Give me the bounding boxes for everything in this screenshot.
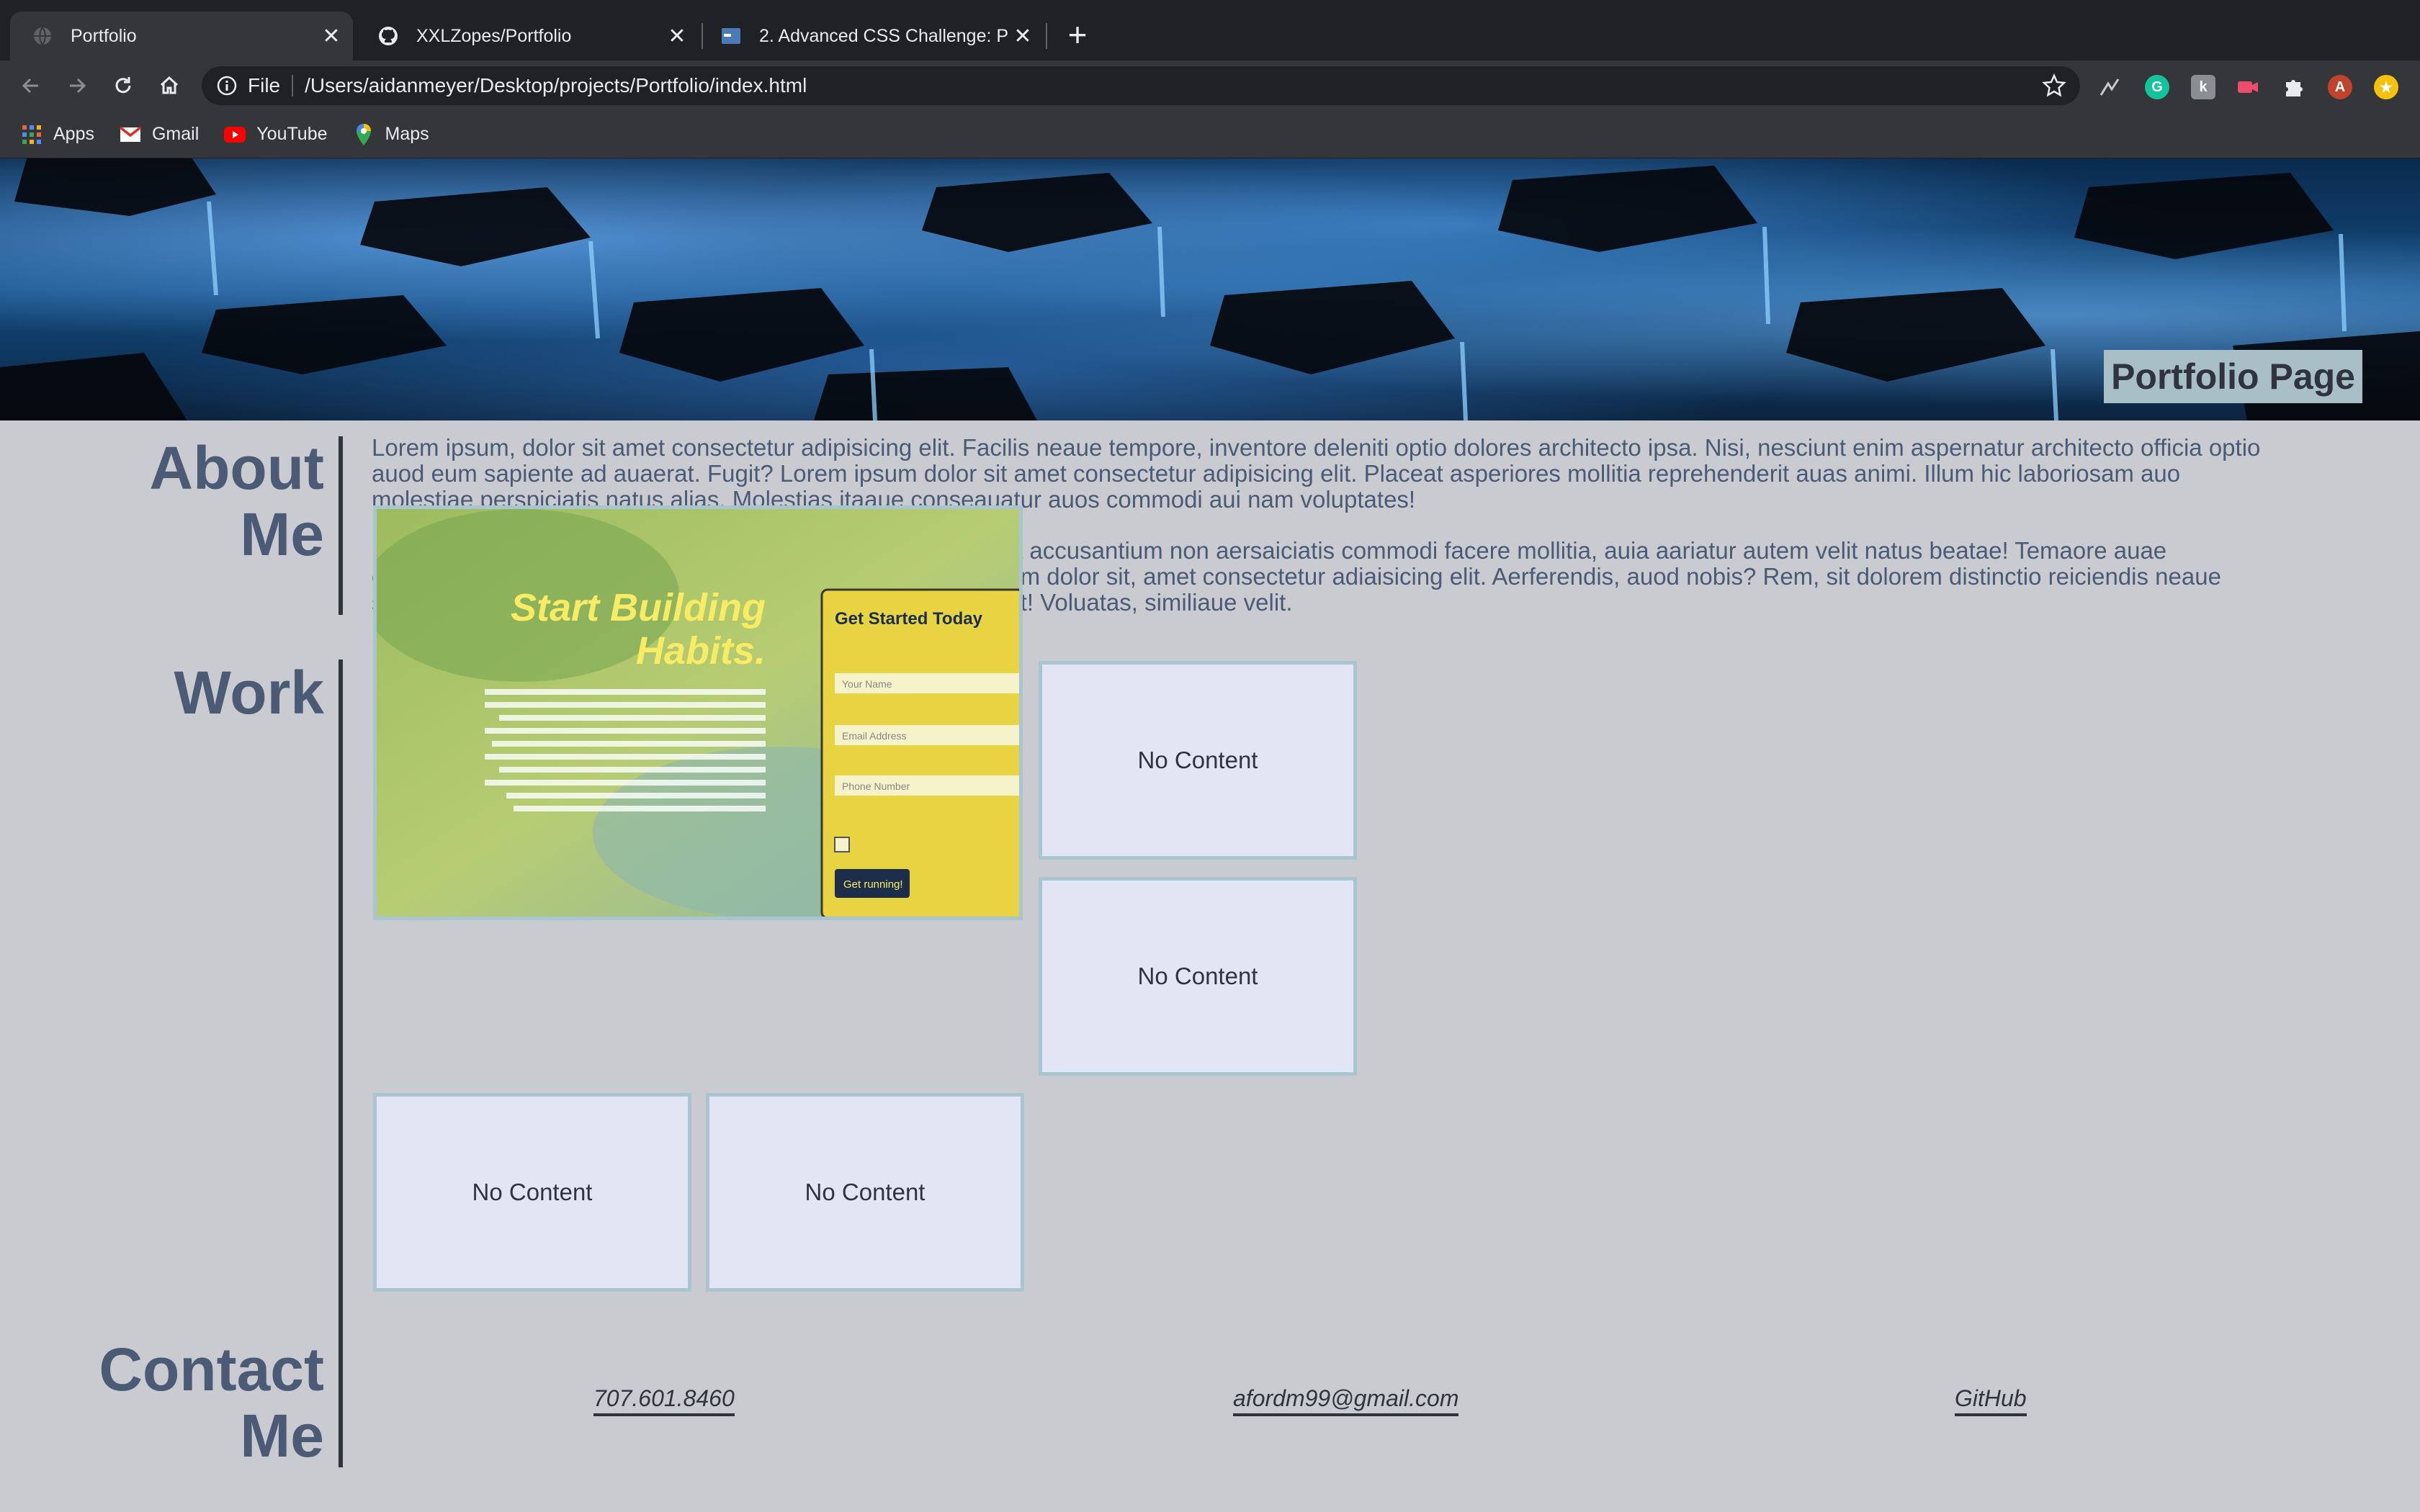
omnibox-divider	[292, 75, 294, 96]
extensions-puzzle-icon[interactable]	[2282, 75, 2306, 99]
contact-divider	[339, 1336, 343, 1467]
profile-initial: A	[2334, 78, 2346, 95]
work-card-placeholder[interactable]: No Content	[1039, 661, 1357, 860]
github-link[interactable]: GitHub	[1955, 1385, 2027, 1416]
page-title: Portfolio Page	[2104, 350, 2362, 403]
about-paragraph-1: Lorem ipsum, dolor sit amet consectetur …	[372, 434, 2261, 513]
about-heading-line1: About	[149, 434, 324, 502]
phone-link[interactable]: 707.601.8460	[593, 1385, 735, 1416]
bookmark-maps[interactable]: Maps	[352, 123, 429, 146]
close-tab-icon[interactable]: ✕	[1008, 24, 1037, 49]
work-card-placeholder[interactable]: No Content	[1039, 877, 1357, 1076]
project-cta: Get running!	[843, 878, 903, 891]
apps-grid-icon	[20, 123, 43, 146]
extension-puzzle-k-icon[interactable]: k	[2191, 75, 2215, 99]
info-icon[interactable]	[216, 75, 238, 96]
back-button[interactable]	[14, 69, 48, 102]
bookmark-label: Maps	[385, 124, 429, 144]
card-label: No Content	[1137, 747, 1258, 773]
home-button[interactable]	[153, 69, 186, 102]
featured-project-card[interactable]: Start Building Habits. Get Started Today…	[373, 505, 1023, 920]
bookmark-apps[interactable]: Apps	[20, 123, 94, 146]
browser-toolbar: File /Users/aidanmeyer/Desktop/projects/…	[0, 60, 2420, 111]
youtube-icon	[223, 123, 246, 146]
portfolio-page: Portfolio Page About Me Lorem ipsum, dol…	[0, 158, 2420, 1512]
grammarly-icon[interactable]: G	[2145, 75, 2169, 99]
bookmark-label: Gmail	[151, 124, 200, 144]
home-icon	[160, 76, 179, 94]
bookmark-gmail[interactable]: Gmail	[119, 123, 199, 146]
forward-button[interactable]	[60, 69, 94, 102]
tab-separator	[1046, 23, 1047, 49]
bookmark-star-icon[interactable]	[2041, 73, 2067, 99]
profile-avatar[interactable]: A	[2328, 75, 2352, 99]
project-form-title: Get Started Today	[835, 609, 983, 629]
contact-heading-line1: Contact	[99, 1336, 324, 1403]
screen-recorder-icon[interactable]	[2236, 75, 2260, 99]
work-card-placeholder[interactable]: No Content	[373, 1093, 691, 1292]
reload-button[interactable]	[107, 69, 140, 102]
bookmarks-bar: Apps Gmail YouTube Maps	[0, 111, 2420, 158]
about-heading-line2: Me	[240, 500, 324, 568]
contact-heading-line2: Me	[240, 1402, 324, 1470]
project-headline-line2: Habits.	[636, 629, 766, 672]
email-link[interactable]: afordm99@gmail.com	[1233, 1385, 1459, 1416]
github-icon	[379, 27, 398, 45]
about-divider	[339, 436, 343, 615]
gmail-icon	[119, 123, 142, 146]
about-heading: About Me	[101, 435, 324, 567]
work-divider	[339, 660, 343, 1449]
project-field3-placeholder: Phone Number	[842, 780, 910, 792]
contact-heading: Contact Me	[65, 1336, 324, 1469]
bookmark-label: YouTube	[256, 124, 328, 144]
tab-portfolio[interactable]: Portfolio ✕	[10, 12, 353, 60]
bookmark-youtube[interactable]: YouTube	[223, 123, 328, 146]
bookmark-label: Apps	[53, 124, 94, 144]
card-label: No Content	[1137, 963, 1258, 989]
tab-title: Portfolio	[71, 25, 137, 46]
project-field2-placeholder: Email Address	[842, 730, 906, 742]
tab-css-challenge[interactable]: 2. Advanced CSS Challenge: P ✕	[699, 12, 1044, 60]
tab-title: 2. Advanced CSS Challenge: P	[759, 25, 1008, 46]
hero-banner: Portfolio Page	[0, 158, 2420, 420]
arrow-left-icon	[22, 78, 38, 94]
card-label: No Content	[805, 1179, 926, 1205]
arrow-right-icon	[70, 78, 86, 94]
url-scheme: File	[248, 74, 281, 96]
tab-title: XXLZopes/Portfolio	[416, 25, 572, 46]
extension-arrow-icon[interactable]	[2097, 75, 2122, 99]
url-text[interactable]: /Users/aidanmeyer/Desktop/projects/Portf…	[305, 74, 2041, 97]
bootcamp-icon	[722, 28, 740, 44]
project-field1-placeholder: Your Name	[842, 678, 892, 690]
work-card-placeholder[interactable]: No Content	[706, 1093, 1024, 1292]
hexagon-pattern-image	[0, 158, 2420, 420]
address-bar[interactable]: File /Users/aidanmeyer/Desktop/projects/…	[202, 66, 2080, 105]
project-screenshot-image: Start Building Habits. Get Started Today…	[377, 509, 1019, 917]
close-tab-icon[interactable]: ✕	[663, 24, 691, 49]
menu-extension-icon[interactable]: ★	[2374, 75, 2398, 99]
tab-strip: Portfolio ✕ XXLZopes/Portfolio ✕ 2. Adva…	[0, 0, 2420, 60]
project-headline-line1: Start Building	[511, 586, 766, 629]
card-label: No Content	[472, 1179, 593, 1205]
maps-icon	[352, 123, 375, 146]
globe-icon	[34, 27, 51, 45]
close-tab-icon[interactable]: ✕	[317, 24, 346, 49]
work-heading: Work	[174, 659, 324, 726]
tab-github-portfolio[interactable]: XXLZopes/Portfolio ✕	[356, 12, 699, 60]
reload-icon	[115, 77, 131, 94]
new-tab-button[interactable]: +	[1063, 16, 1092, 53]
